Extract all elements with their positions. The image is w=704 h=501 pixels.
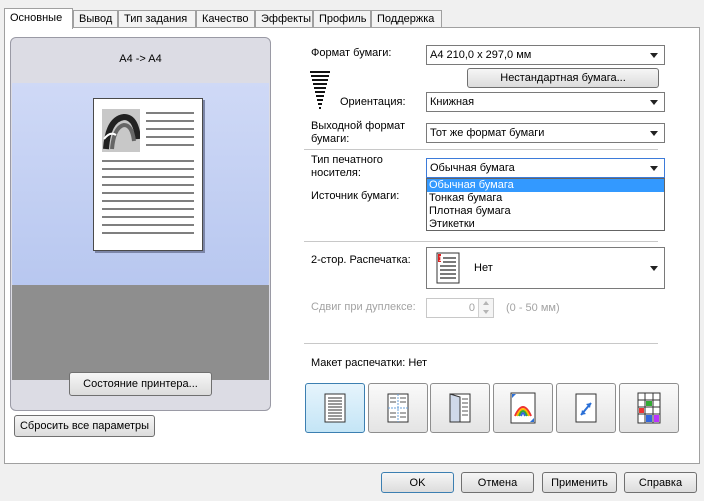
- print-preview: A4 -> A4 Состояние принтера...: [10, 37, 271, 411]
- media-option-plain[interactable]: Обычная бумага: [427, 179, 664, 192]
- tab-effects[interactable]: Эффекты: [255, 10, 313, 28]
- chevron-down-icon: [650, 131, 658, 136]
- tab-support[interactable]: Поддержка: [371, 10, 442, 28]
- media-type-value: Обычная бумага: [430, 162, 515, 174]
- duplex-label: 2-стор. Распечатка:: [311, 254, 411, 266]
- tab-job-type[interactable]: Тип задания: [118, 10, 196, 28]
- reset-all-button[interactable]: Сбросить все параметры: [14, 415, 155, 437]
- duplex-value: Нет: [474, 262, 493, 274]
- single-page-icon: [324, 393, 346, 423]
- arrow-down-icon: [483, 310, 489, 314]
- paper-format-select[interactable]: A4 210,0 x 297,0 мм: [426, 45, 665, 65]
- duplex-shift-stepper[interactable]: 0: [426, 298, 494, 318]
- layout-booklet-button[interactable]: [430, 383, 490, 433]
- layout-scale-button[interactable]: [556, 383, 616, 433]
- media-option-labels[interactable]: Этикетки: [427, 218, 664, 231]
- tab-quality[interactable]: Качество: [196, 10, 255, 28]
- output-format-select[interactable]: Тот же формат бумаги: [426, 123, 665, 143]
- help-button[interactable]: Справка: [624, 472, 697, 493]
- tab-profile[interactable]: Профиль: [313, 10, 371, 28]
- poster-rainbow-icon: [510, 392, 536, 424]
- stepper-arrows[interactable]: [478, 299, 493, 317]
- preview-tray: [12, 285, 269, 380]
- printer-status-button[interactable]: Состояние принтера...: [69, 372, 212, 396]
- preview-title: A4 -> A4: [119, 53, 162, 65]
- tab-basic[interactable]: Основные: [4, 8, 73, 29]
- svg-text:1: 1: [439, 256, 443, 263]
- layout-poster-button[interactable]: [493, 383, 553, 433]
- duplex-shift-label: Сдвиг при дуплексе:: [311, 301, 416, 313]
- duplex-shift-value: 0: [468, 302, 475, 314]
- ok-button[interactable]: OK: [381, 472, 454, 493]
- single-sided-page-icon: 1: [436, 252, 460, 284]
- grid-page-icon: [637, 392, 661, 424]
- duplex-shift-range: (0 - 50 мм): [506, 302, 560, 314]
- tab-output[interactable]: Вывод: [73, 10, 118, 28]
- preview-text-lines: [102, 112, 194, 234]
- media-type-select[interactable]: Обычная бумага: [426, 158, 665, 178]
- arrow-up-icon: [483, 301, 489, 305]
- media-option-thick[interactable]: Плотная бумага: [427, 205, 664, 218]
- chevron-down-icon: [650, 166, 658, 171]
- booklet-icon: [449, 393, 471, 423]
- preview-page: [93, 98, 203, 251]
- custom-paper-button[interactable]: Нестандартная бумага...: [467, 68, 659, 88]
- cancel-button[interactable]: Отмена: [461, 472, 534, 493]
- section-divider: [304, 149, 658, 150]
- layout-label: Макет распечатки: Нет: [311, 357, 428, 369]
- output-format-label: Выходной формат бумаги:: [311, 120, 406, 145]
- media-option-thin[interactable]: Тонкая бумага: [427, 192, 664, 205]
- media-type-label: Тип печатного носителя:: [311, 154, 383, 179]
- scale-page-icon: [575, 393, 597, 423]
- output-format-value: Тот же формат бумаги: [430, 127, 545, 139]
- layout-none-button[interactable]: [305, 383, 365, 433]
- chevron-down-icon: [650, 266, 658, 271]
- orientation-funnel-icon: [310, 71, 330, 109]
- layout-multi-page-button[interactable]: [368, 383, 428, 433]
- media-type-dropdown-list: Обычная бумага Тонкая бумага Плотная бум…: [426, 178, 665, 231]
- chevron-down-icon: [650, 53, 658, 58]
- apply-button[interactable]: Применить: [542, 472, 617, 493]
- multi-page-icon: [387, 393, 409, 423]
- chevron-down-icon: [650, 100, 658, 105]
- orientation-select[interactable]: Книжная: [426, 92, 665, 112]
- orientation-label: Ориентация:: [340, 96, 406, 108]
- section-divider: [304, 241, 658, 242]
- layout-watermark-button[interactable]: [619, 383, 679, 433]
- paper-format-label: Формат бумаги:: [311, 47, 392, 59]
- paper-source-label: Источник бумаги:: [311, 190, 400, 202]
- paper-format-value: A4 210,0 x 297,0 мм: [430, 49, 532, 61]
- section-divider: [304, 343, 658, 344]
- duplex-select[interactable]: 1 Нет: [426, 247, 665, 289]
- orientation-value: Книжная: [430, 96, 475, 108]
